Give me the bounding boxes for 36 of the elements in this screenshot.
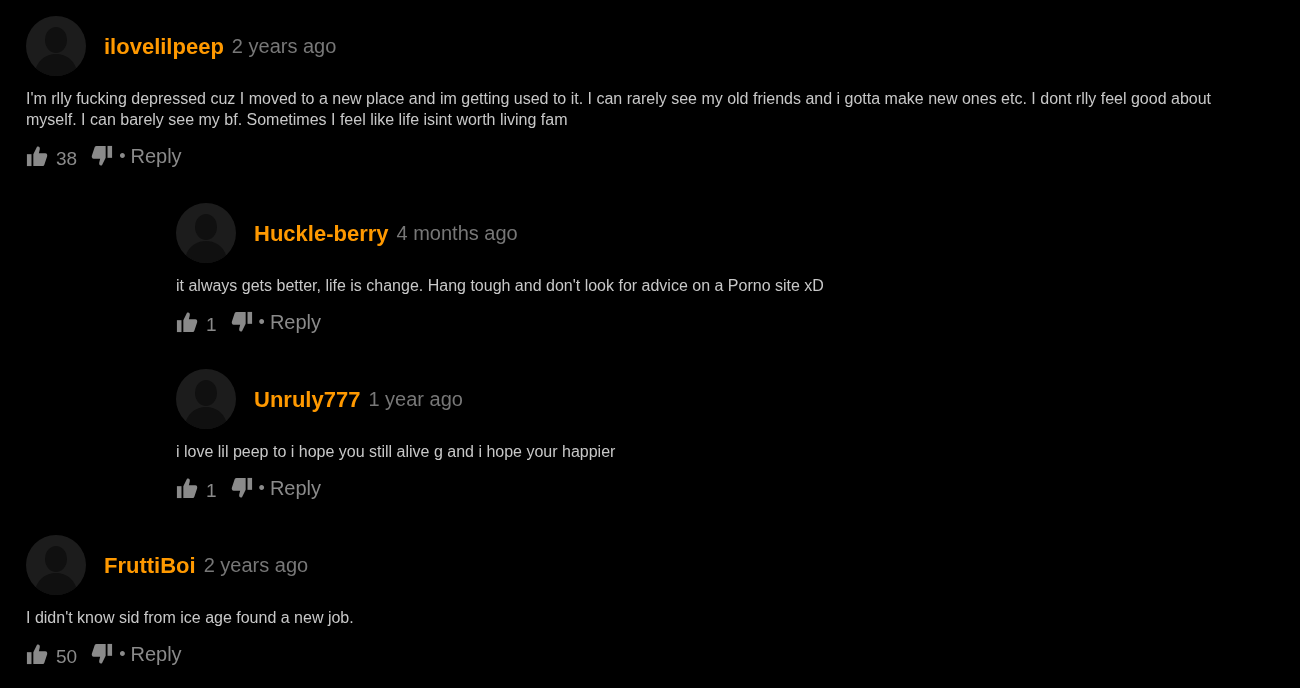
comment-text: i love lil peep to i hope you still alive g and i hope your happier	[176, 442, 617, 462]
avatar-icon	[26, 16, 86, 76]
timestamp: 2 years ago	[231, 34, 337, 59]
timestamp: 2 years ago	[203, 553, 309, 578]
timestamp: 4 months ago	[396, 221, 518, 246]
thumbs-down-icon[interactable]	[91, 643, 114, 665]
separator: •	[119, 144, 126, 168]
thumbs-down-icon[interactable]	[230, 477, 253, 499]
thumbs-up-icon[interactable]	[26, 145, 48, 167]
username[interactable]: Huckle-berry	[254, 216, 389, 250]
username[interactable]: FruttiBoi	[104, 548, 196, 582]
separator: •	[258, 476, 265, 500]
avatar-icon	[176, 369, 236, 429]
username[interactable]: ilovelilpeep	[104, 29, 224, 63]
username[interactable]: Unruly777	[254, 382, 361, 416]
reply-link[interactable]: Reply	[130, 639, 182, 669]
reply-link[interactable]: Reply	[269, 473, 322, 503]
comment-text: it always gets better, life is change. Hang tough and don't look for advice on a Porno site xD	[176, 276, 825, 296]
thumbs-up-icon[interactable]	[176, 477, 198, 499]
comment-text: I'm rlly fucking depressed cuz I moved to a new place and im getting used to it. I can rarely see my old friends and i gotta make new ones etc. I dont rlly feel good about myself. I can barely see my bf. Sometimes I feel like life isint worth living fam	[26, 89, 1213, 130]
like-count: 50	[56, 644, 78, 669]
like-count: 1	[206, 312, 217, 337]
reply-link[interactable]: Reply	[269, 307, 322, 337]
like-count: 1	[206, 478, 217, 503]
like-count: 38	[56, 146, 78, 171]
reply-link[interactable]: Reply	[130, 141, 182, 171]
avatar-icon	[26, 535, 86, 595]
separator: •	[258, 310, 265, 334]
thumbs-up-icon[interactable]	[26, 643, 48, 665]
avatar-icon	[176, 203, 236, 263]
thumbs-down-icon[interactable]	[91, 145, 114, 167]
thumbs-down-icon[interactable]	[230, 311, 253, 333]
separator: •	[119, 642, 126, 666]
timestamp: 1 year ago	[368, 387, 463, 412]
thumbs-up-icon[interactable]	[176, 311, 198, 333]
comment-text: I didn't know sid from ice age found a new job.	[26, 608, 355, 628]
